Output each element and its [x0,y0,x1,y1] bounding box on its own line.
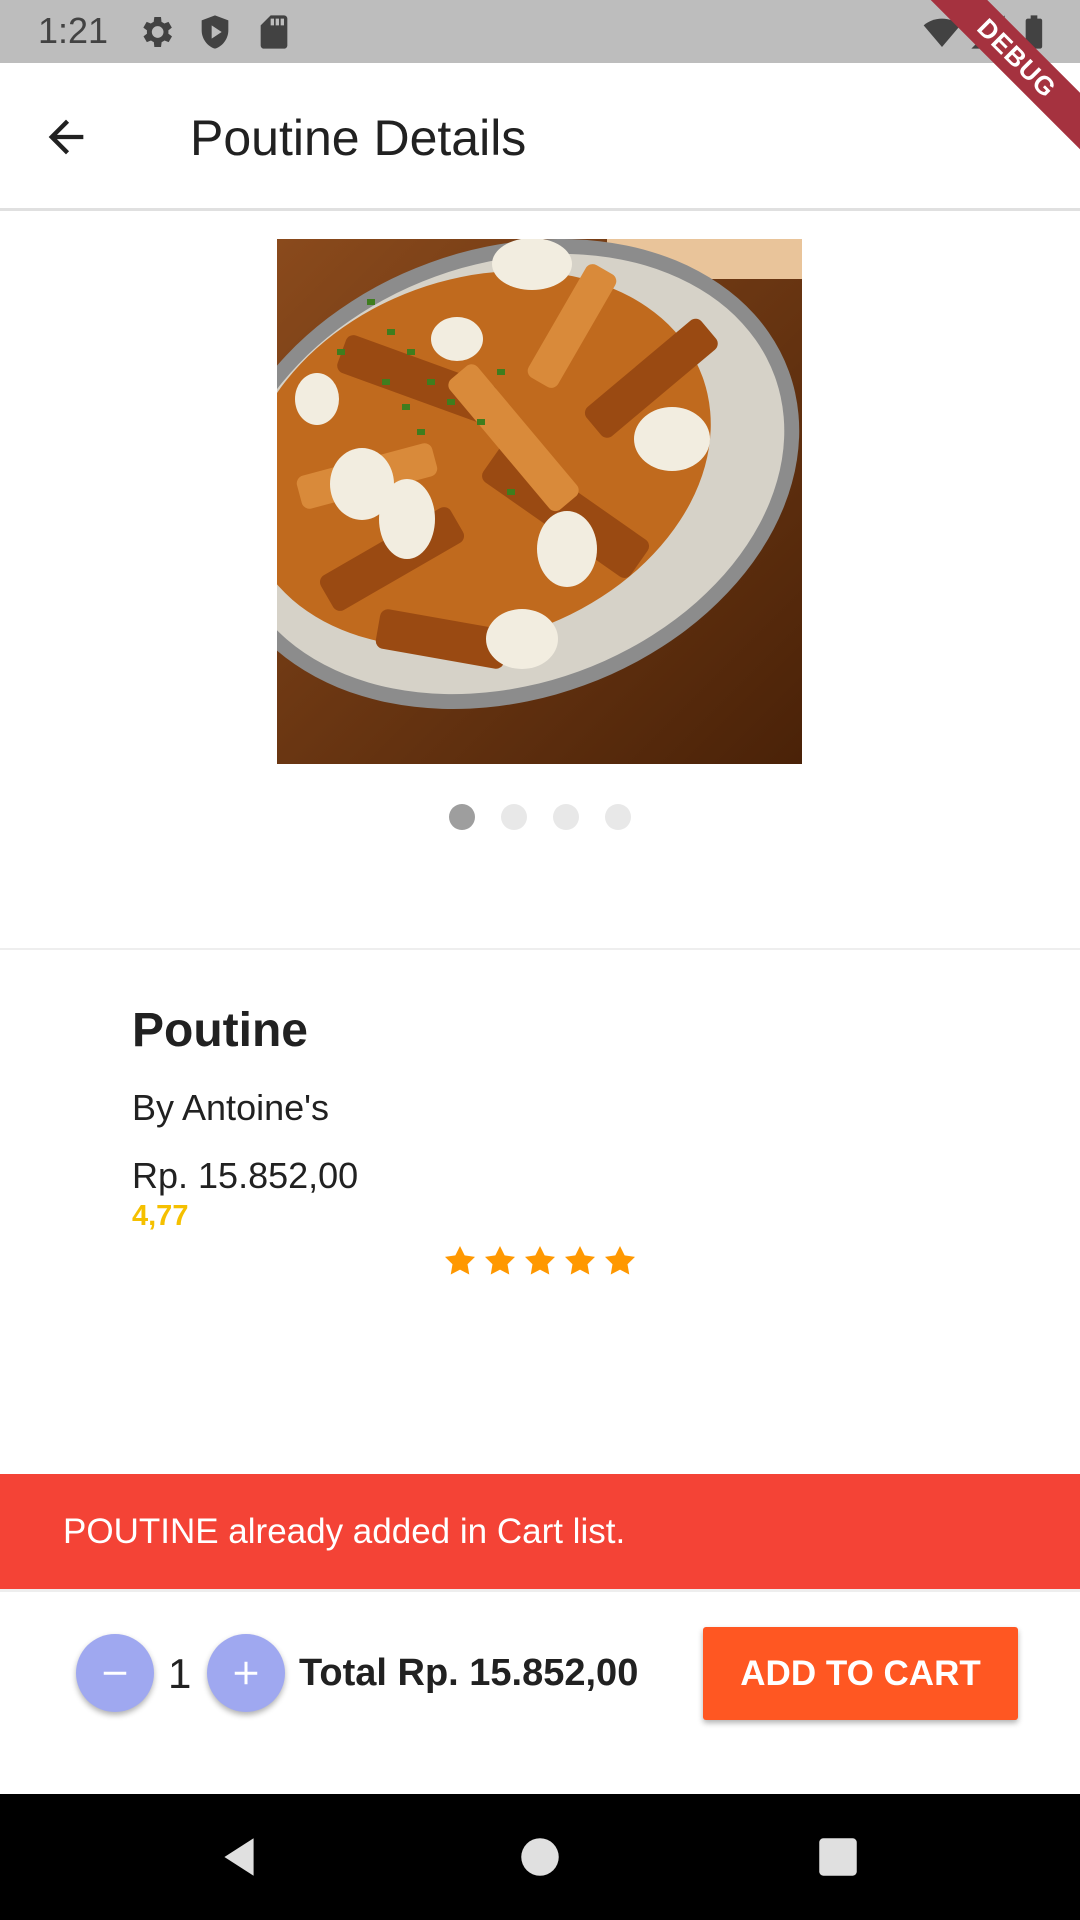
system-nav-bar [0,1794,1080,1920]
star-full-icon [485,1246,515,1275]
carousel-dot[interactable] [501,804,527,830]
quantity-value: 1 [168,1650,192,1697]
carousel-indicator [0,804,1080,830]
shield-icon [201,15,229,49]
product-price: Rp. 15.852,00 [132,1155,359,1196]
star-full-icon [445,1246,475,1275]
recents-square-icon[interactable] [813,1832,863,1882]
divider [0,948,1080,950]
back-triangle-icon[interactable] [214,1832,264,1882]
page-title: Poutine Details [190,110,527,166]
increase-quantity-button[interactable] [207,1634,285,1712]
snackbar: POUTINE already added in Cart list. [0,1474,1080,1589]
product-name: Poutine [132,1004,308,1057]
decrease-quantity-button[interactable] [76,1634,154,1712]
signal-icon [971,15,1005,49]
snackbar-message: POUTINE already added in Cart list. [63,1512,626,1551]
app-bar: Poutine Details [0,63,1080,211]
status-time: 1:21 [38,10,109,51]
product-image[interactable] [277,239,802,764]
rating-value: 4,77 [132,1200,189,1232]
back-button[interactable] [34,105,98,169]
wifi-icon [923,18,961,47]
carousel-dot-active[interactable] [449,804,475,830]
carousel-dot[interactable] [605,804,631,830]
gear-icon [143,17,172,47]
home-circle-icon[interactable] [515,1832,565,1882]
plus-icon [234,1661,258,1685]
total-price: Total Rp. 15.852,00 [299,1652,639,1694]
battery-icon [1025,15,1043,49]
product-vendor: By Antoine's [132,1087,329,1128]
star-full-icon [605,1246,635,1275]
cart-bar: 1 Total Rp. 15.852,00 ADD TO CART [0,1589,1080,1794]
minus-icon [103,1671,127,1675]
star-rating [0,1243,1080,1279]
star-full-icon [565,1246,595,1275]
sd-card-icon [260,15,288,49]
add-to-cart-button[interactable]: ADD TO CART [703,1627,1018,1720]
carousel-dot[interactable] [553,804,579,830]
star-full-icon [525,1246,555,1275]
arrow-back-icon [48,119,84,155]
status-bar: 1:21 [0,0,1080,63]
